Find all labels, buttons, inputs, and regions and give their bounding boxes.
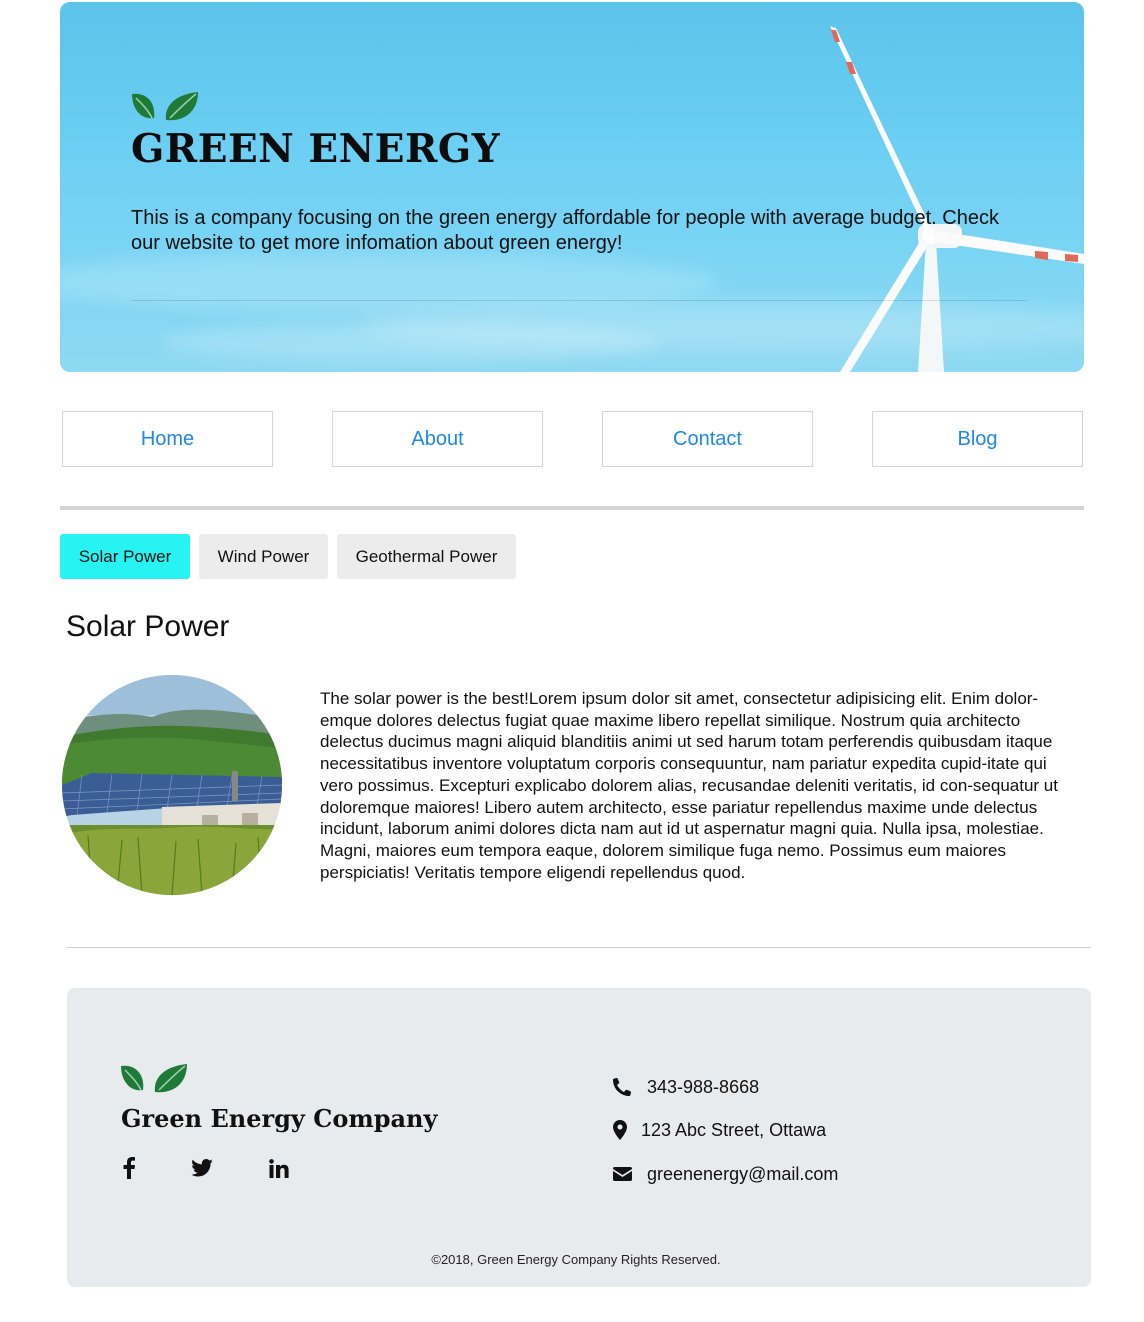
phone-number: 343-988-8668: [647, 1076, 760, 1097]
nav-contact-button[interactable]: Contact: [602, 411, 813, 467]
solar-panel-image: [62, 675, 282, 895]
tab-solar-power[interactable]: Solar Power: [60, 534, 190, 579]
nav-blog-button[interactable]: Blog: [872, 411, 1083, 467]
page-title: GREEN ENERGY: [131, 126, 501, 172]
envelope-icon: [613, 1163, 635, 1185]
nav-divider: [60, 506, 1084, 510]
email-link[interactable]: greenenergy@mail.com: [647, 1164, 838, 1185]
contact-phone: 343-988-8668: [613, 1076, 759, 1098]
divider: [131, 300, 1027, 301]
phone-icon: [613, 1076, 635, 1098]
contact-address: 123 Abc Street, Ottawa: [613, 1119, 826, 1141]
contact-email: greenenergy@mail.com: [613, 1163, 838, 1185]
copyright: ©2018, Green Energy Company Rights Reser…: [431, 1252, 721, 1267]
tab-wind-power[interactable]: Wind Power: [199, 534, 328, 579]
section-title: Solar Power: [66, 610, 230, 643]
footer: Green Energy Company 343-988-8668 123 Ab…: [67, 988, 1091, 1287]
wind-turbine-image: [830, 26, 1084, 372]
tab-geothermal-power[interactable]: Geothermal Power: [337, 534, 516, 579]
leaves-icon: [132, 92, 198, 121]
facebook-icon[interactable]: [117, 1156, 141, 1180]
address-text: 123 Abc Street, Ottawa: [641, 1119, 827, 1140]
nav-home-button[interactable]: Home: [62, 411, 273, 467]
hero-description: This is a company focusing on the green …: [131, 207, 999, 254]
linkedin-icon[interactable]: [267, 1156, 291, 1180]
content-divider: [66, 947, 1091, 948]
company-name: Green Energy Company: [121, 1104, 438, 1133]
twitter-icon[interactable]: [190, 1156, 214, 1180]
leaves-icon: [121, 1064, 187, 1093]
solar-power-description: The solar power is the best!Lorem ipsum …: [320, 689, 1058, 882]
map-marker-icon: [613, 1119, 635, 1141]
hero-banner: GREEN ENERGY This is a company focusing …: [60, 2, 1084, 372]
nav-about-button[interactable]: About: [332, 411, 543, 467]
